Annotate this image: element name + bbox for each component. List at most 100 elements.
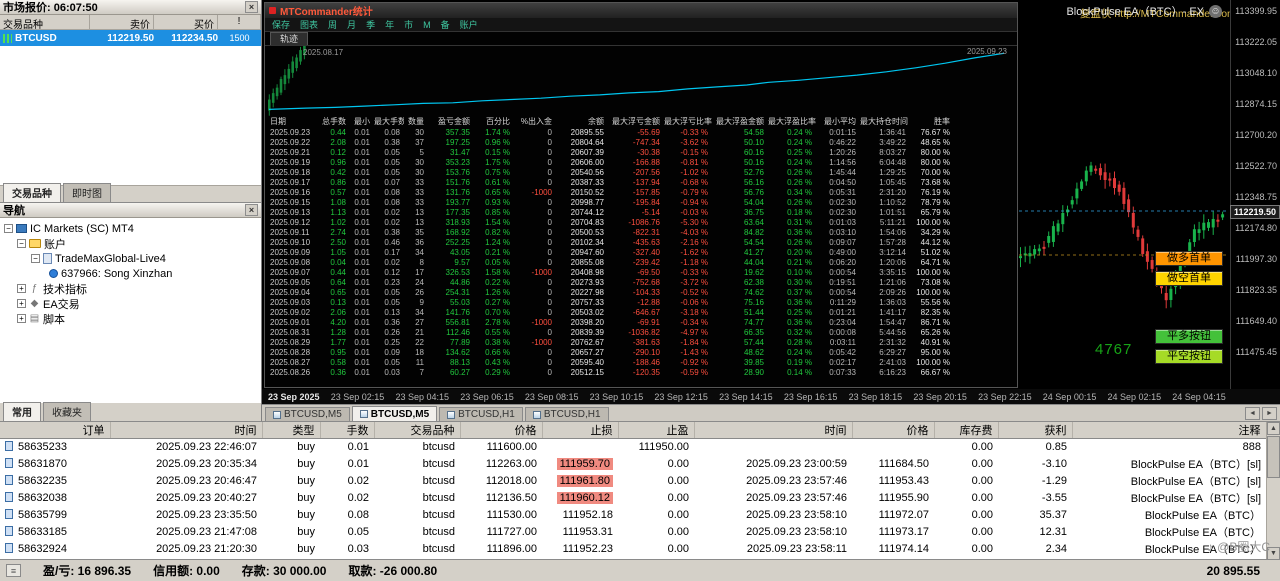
stats-row[interactable]: 2025.09.190.960.010.0530353.231.75 %0206… bbox=[268, 158, 1017, 168]
terminal-column-header[interactable]: 时间 bbox=[694, 422, 852, 439]
chart-tab-active[interactable]: BTCUSD,M5 bbox=[352, 406, 437, 421]
chart-tab[interactable]: BTCUSD,M5 bbox=[265, 407, 350, 421]
nav-item-scripts[interactable]: + ▤ 脚本 bbox=[0, 311, 261, 326]
time-axis[interactable]: 23 Sep 202523 Sep 02:1523 Sep 04:1523 Se… bbox=[262, 389, 1280, 404]
collapse-icon[interactable]: − bbox=[31, 254, 40, 263]
stats-row[interactable]: 2025.09.170.860.010.0733151.760.61 %0203… bbox=[268, 178, 1017, 188]
order-row[interactable]: 586331852025.09.23 21:47:08buy0.05btcusd… bbox=[0, 524, 1266, 541]
stats-row[interactable]: 2025.08.270.580.010.051188.130.43 %02059… bbox=[268, 358, 1017, 368]
column-ask[interactable]: 买价 bbox=[154, 15, 218, 29]
tab-symbols[interactable]: 交易品种 bbox=[3, 183, 61, 202]
buy-first-button[interactable]: 做多首单 bbox=[1155, 251, 1223, 266]
stats-row[interactable]: 2025.09.050.640.010.232444.860.22 %02027… bbox=[268, 278, 1017, 288]
order-row[interactable]: 586320382025.09.23 20:40:27buy0.02btcusd… bbox=[0, 490, 1266, 507]
terminal-column-header[interactable]: 注释 bbox=[1072, 422, 1266, 439]
stats-row[interactable]: 2025.08.260.360.010.03760.270.29 %020512… bbox=[268, 368, 1017, 378]
nav-item-server[interactable]: − TradeMaxGlobal-Live4 bbox=[0, 251, 261, 266]
order-row[interactable]: 586357992025.09.23 23:35:50buy0.08btcusd… bbox=[0, 507, 1266, 524]
tab-favorites[interactable]: 收藏夹 bbox=[43, 402, 91, 421]
terminal-column-header[interactable]: 止盈 bbox=[618, 422, 694, 439]
tab-scroll-left-button[interactable]: ◄ bbox=[1245, 407, 1260, 420]
order-row[interactable]: 586318702025.09.23 20:35:34buy0.01btcusd… bbox=[0, 456, 1266, 473]
stats-row[interactable]: 2025.09.080.040.010.0289.570.05 %020855.… bbox=[268, 258, 1017, 268]
terminal-column-header[interactable]: 获利 bbox=[998, 422, 1072, 439]
stats-row[interactable]: 2025.08.311.280.010.2621112.460.55 %0208… bbox=[268, 328, 1017, 338]
tab-common[interactable]: 常用 bbox=[3, 402, 41, 421]
expand-icon[interactable]: + bbox=[17, 314, 26, 323]
order-row[interactable]: 586352332025.09.23 22:46:07buy0.01btcusd… bbox=[0, 439, 1266, 456]
stats-row[interactable]: 2025.09.070.440.010.1217326.531.58 %-100… bbox=[268, 268, 1017, 278]
chart-region[interactable]: BlockPulse EA（BTC）- EX ☺ 复盘侠 http://MTCo… bbox=[262, 0, 1280, 404]
stats-row[interactable]: 2025.09.230.440.010.0830357.351.74 %0208… bbox=[268, 128, 1017, 138]
scroll-thumb[interactable] bbox=[1267, 436, 1280, 478]
chart-tab[interactable]: BTCUSD,H1 bbox=[525, 407, 609, 421]
navigator-close-button[interactable]: × bbox=[245, 204, 258, 216]
terminal-column-header[interactable]: 止损 bbox=[542, 422, 618, 439]
market-watch-row-btcusd[interactable]: BTCUSD 112219.50 112234.50 1500 bbox=[0, 30, 261, 46]
nav-item-account[interactable]: 637966: Song Xinzhan bbox=[0, 266, 261, 281]
status-menu-icon[interactable]: ≡ bbox=[6, 564, 21, 577]
stats-toolbar-item[interactable]: 保存 bbox=[272, 18, 290, 31]
terminal-column-header[interactable]: 库存费 bbox=[934, 422, 998, 439]
stats-row[interactable]: 2025.09.160.570.010.0833131.760.65 %-100… bbox=[268, 188, 1017, 198]
stats-toolbar-item[interactable]: M bbox=[423, 20, 431, 30]
stats-row[interactable]: 2025.09.112.740.010.3835168.920.82 %0205… bbox=[268, 228, 1017, 238]
stats-row[interactable]: 2025.09.030.130.010.05955.030.27 %020757… bbox=[268, 298, 1017, 308]
chart-tab[interactable]: BTCUSD,H1 bbox=[439, 407, 523, 421]
nav-item-broker[interactable]: − IC Markets (SC) MT4 bbox=[0, 221, 261, 236]
terminal-column-header[interactable]: 订单 bbox=[0, 422, 110, 439]
market-watch-close-button[interactable]: × bbox=[245, 1, 258, 13]
stats-window-titlebar[interactable]: MTCommander统计 bbox=[265, 3, 1017, 18]
smiley-icon[interactable]: ☺ bbox=[1209, 5, 1222, 18]
stats-toolbar-item[interactable]: 备 bbox=[441, 18, 450, 31]
close-long-button[interactable]: 平多按钮 bbox=[1155, 329, 1223, 344]
tab-tick-chart[interactable]: 即时图 bbox=[63, 183, 111, 202]
stats-row[interactable]: 2025.09.091.050.010.173443.050.21 %02094… bbox=[268, 248, 1017, 258]
terminal-column-header[interactable]: 价格 bbox=[852, 422, 934, 439]
close-short-button[interactable]: 平空按钮 bbox=[1155, 349, 1223, 364]
terminal-column-header[interactable]: 时间 bbox=[110, 422, 262, 439]
collapse-icon[interactable]: − bbox=[17, 239, 26, 248]
stats-toolbar-item[interactable]: 月 bbox=[347, 18, 356, 31]
stats-toolbar-item[interactable]: 季 bbox=[366, 18, 375, 31]
stats-row[interactable]: 2025.09.151.080.010.0833193.770.93 %0209… bbox=[268, 198, 1017, 208]
terminal-column-header[interactable]: 交易品种 bbox=[374, 422, 460, 439]
tab-scroll-right-button[interactable]: ► bbox=[1262, 407, 1277, 420]
order-row[interactable]: 586329242025.09.23 21:20:30buy0.03btcusd… bbox=[0, 541, 1266, 558]
chart-tab-bar: BTCUSD,M5 BTCUSD,M5 BTCUSD,H1 BTCUSD,H1 … bbox=[262, 404, 1280, 421]
column-bid[interactable]: 卖价 bbox=[90, 15, 154, 29]
stats-row[interactable]: 2025.09.014.200.010.3627556.812.78 %-100… bbox=[268, 318, 1017, 328]
price-axis[interactable]: 112219.50 113399.95113222.05113048.10112… bbox=[1230, 0, 1280, 389]
terminal-column-header[interactable]: 价格 bbox=[460, 422, 542, 439]
stats-row[interactable]: 2025.09.131.130.010.0213177.350.85 %0207… bbox=[268, 208, 1017, 218]
stats-row[interactable]: 2025.09.180.420.010.0530153.760.75 %0205… bbox=[268, 168, 1017, 178]
expand-icon[interactable]: + bbox=[17, 299, 26, 308]
collapse-icon[interactable]: − bbox=[4, 224, 13, 233]
terminal-column-header[interactable]: 类型 bbox=[262, 422, 320, 439]
terminal-column-header[interactable]: 手数 bbox=[320, 422, 374, 439]
stats-toolbar-item[interactable]: 年 bbox=[385, 18, 394, 31]
stats-row[interactable]: 2025.09.210.120.010.05531.470.15 %020607… bbox=[268, 148, 1017, 158]
stats-row[interactable]: 2025.09.121.020.010.0213318.931.54 %0207… bbox=[268, 218, 1017, 228]
stats-row[interactable]: 2025.09.102.500.010.4636252.251.24 %0201… bbox=[268, 238, 1017, 248]
stats-row[interactable]: 2025.09.022.060.010.1334141.760.70 %0205… bbox=[268, 308, 1017, 318]
stats-toolbar-item[interactable]: 周 bbox=[328, 18, 337, 31]
stats-toolbar-item[interactable]: 账户 bbox=[460, 18, 478, 31]
stats-row[interactable]: 2025.08.280.950.010.0918134.620.66 %0206… bbox=[268, 348, 1017, 358]
stats-window[interactable]: MTCommander统计 保存图表周月季年市M备账户 轨迹 2025.08.1… bbox=[264, 2, 1018, 388]
stats-row[interactable]: 2025.09.040.650.010.0526254.311.26 %0202… bbox=[268, 288, 1017, 298]
column-symbol[interactable]: 交易品种 bbox=[0, 15, 90, 29]
expand-icon[interactable]: + bbox=[17, 284, 26, 293]
column-spread[interactable]: ! bbox=[218, 15, 261, 29]
scroll-up-button[interactable]: ▲ bbox=[1267, 422, 1280, 435]
stats-tab-trajectory[interactable]: 轨迹 bbox=[270, 32, 308, 45]
sell-first-button[interactable]: 做空首单 bbox=[1155, 271, 1223, 286]
stats-row[interactable]: 2025.09.222.080.010.3837197.250.96 %0208… bbox=[268, 138, 1017, 148]
nav-item-accounts[interactable]: − 账户 bbox=[0, 236, 261, 251]
stats-row[interactable]: 2025.08.291.770.010.252277.890.38 %-1000… bbox=[268, 338, 1017, 348]
nav-item-ea[interactable]: + ◆ EA交易 bbox=[0, 296, 261, 311]
stats-toolbar-item[interactable]: 市 bbox=[404, 18, 413, 31]
nav-item-indicators[interactable]: + ƒ 技术指标 bbox=[0, 281, 261, 296]
stats-toolbar-item[interactable]: 图表 bbox=[300, 18, 318, 31]
order-row[interactable]: 586322352025.09.23 20:46:47buy0.02btcusd… bbox=[0, 473, 1266, 490]
